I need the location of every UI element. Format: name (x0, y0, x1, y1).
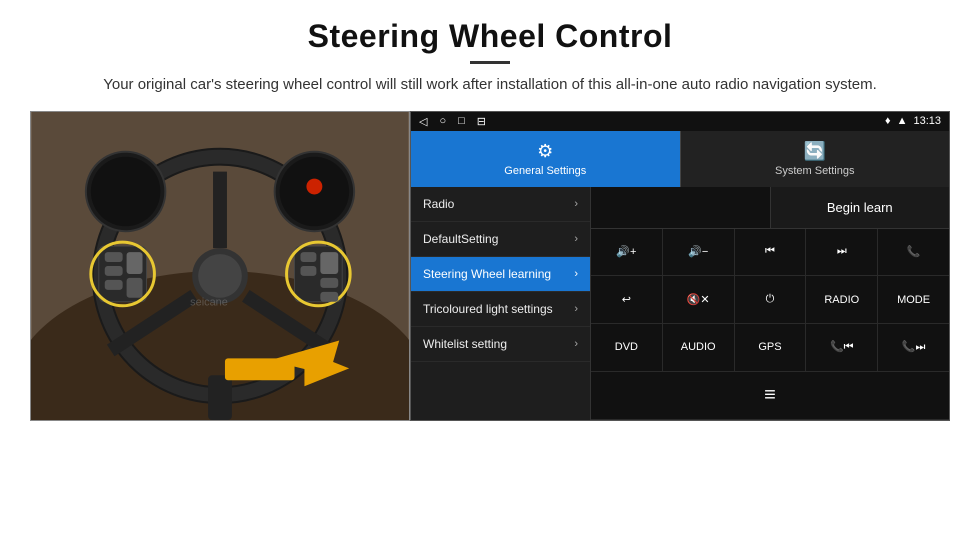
menu-item-tricoloured-label: Tricoloured light settings (423, 302, 574, 316)
status-right: ♦ ▲ 13:13 (885, 115, 941, 127)
ctrl-prev-track[interactable]: ⏮ (735, 229, 807, 276)
tab-system[interactable]: 🔄 System Settings (680, 131, 950, 187)
mute-icon: 🔇✕ (687, 293, 710, 306)
ctrl-vol-up[interactable]: 🔊+ (591, 229, 663, 276)
page-title: Steering Wheel Control (30, 18, 950, 55)
next-track-icon: ⏭ (837, 245, 847, 258)
ctrl-radio[interactable]: RADIO (806, 276, 878, 323)
tab-general[interactable]: ⚙ General Settings (411, 131, 680, 187)
tel-next-icon: 📞⏭ (902, 340, 926, 354)
ctrl-dvd[interactable]: DVD (591, 324, 663, 371)
clock: 13:13 (913, 115, 941, 127)
vol-up-icon: 🔊+ (616, 245, 636, 258)
mode-label: MODE (897, 294, 930, 306)
call-icon: 📞 (907, 245, 921, 258)
audio-label: AUDIO (681, 341, 716, 353)
ctrl-row-3: DVD AUDIO GPS 📞⏮ 📞⏭ (591, 324, 949, 372)
tab-system-label: System Settings (775, 165, 854, 177)
ctrl-audio[interactable]: AUDIO (663, 324, 735, 371)
vol-down-icon: 🔊− (688, 245, 708, 258)
ctrl-next-track[interactable]: ⏭ (806, 229, 878, 276)
tab-bar: ⚙ General Settings 🔄 System Settings (411, 131, 949, 187)
status-bar: ◁ ○ □ ⊟ ♦ ▲ 13:13 (411, 112, 949, 131)
prev-track-icon: ⏮ (765, 245, 775, 258)
menu-icon: ≡ (764, 384, 776, 407)
menu-item-radio[interactable]: Radio › (411, 187, 590, 222)
ctrl-power[interactable]: ⏻ (735, 276, 807, 323)
gps-label: GPS (758, 341, 781, 353)
signal-icon: ▲ (897, 115, 908, 127)
ctrl-row-4: ≡ (591, 372, 949, 420)
menu-item-steering-label: Steering Wheel learning (423, 267, 574, 281)
dvd-label: DVD (615, 341, 638, 353)
screenshot-icon[interactable]: ⊟ (477, 115, 486, 128)
ctrl-vol-down[interactable]: 🔊− (663, 229, 735, 276)
subtitle: Your original car's steering wheel contr… (100, 74, 880, 97)
chevron-icon: › (574, 198, 578, 210)
menu-list: Radio › DefaultSetting › Steering Wheel … (411, 187, 591, 420)
android-screen: ◁ ○ □ ⊟ ♦ ▲ 13:13 ⚙ General Settings (410, 111, 950, 421)
power-icon: ⏻ (766, 293, 775, 306)
ctrl-row-1: 🔊+ 🔊− ⏮ ⏭ 📞 (591, 229, 949, 277)
menu-item-tricoloured[interactable]: Tricoloured light settings › (411, 292, 590, 327)
radio-label: RADIO (824, 294, 859, 306)
ctrl-tel-prev[interactable]: 📞⏮ (806, 324, 878, 371)
menu-area: Radio › DefaultSetting › Steering Wheel … (411, 187, 949, 420)
ctrl-mode[interactable]: MODE (878, 276, 949, 323)
nav-icons: ◁ ○ □ ⊟ (419, 115, 486, 128)
ctrl-hook[interactable]: ↩ (591, 276, 663, 323)
ctrl-mute[interactable]: 🔇✕ (663, 276, 735, 323)
home-icon[interactable]: ○ (439, 115, 446, 127)
car-image-area: seicane (30, 111, 410, 421)
menu-item-whitelist-label: Whitelist setting (423, 337, 574, 351)
chevron-icon: › (574, 268, 578, 280)
menu-item-steering[interactable]: Steering Wheel learning › (411, 257, 590, 292)
ctrl-call[interactable]: 📞 (878, 229, 949, 276)
chevron-icon: › (574, 303, 578, 315)
tel-prev-icon: 📞⏮ (830, 340, 854, 354)
back-icon[interactable]: ◁ (419, 115, 427, 128)
location-icon: ♦ (885, 115, 891, 127)
tab-general-label: General Settings (504, 165, 586, 177)
begin-learn-row: Begin learn (591, 187, 949, 229)
hook-icon: ↩ (622, 293, 631, 306)
content-row: seicane ◁ ○ □ ⊟ ♦ ▲ 13:13 (30, 111, 950, 421)
menu-item-whitelist[interactable]: Whitelist setting › (411, 327, 590, 362)
ctrl-tel-next[interactable]: 📞⏭ (878, 324, 949, 371)
chevron-icon: › (574, 233, 578, 245)
ctrl-gps[interactable]: GPS (735, 324, 807, 371)
title-divider (470, 61, 510, 64)
right-panel: Begin learn 🔊+ 🔊− ⏮ (591, 187, 949, 420)
recents-icon[interactable]: □ (458, 115, 465, 127)
general-settings-icon: ⚙ (537, 141, 553, 162)
begin-learn-button[interactable]: Begin learn (771, 187, 950, 228)
menu-item-default[interactable]: DefaultSetting › (411, 222, 590, 257)
chevron-icon: › (574, 338, 578, 350)
empty-cell (591, 187, 771, 228)
svg-text:seicane: seicane (190, 296, 228, 308)
page-wrapper: Steering Wheel Control Your original car… (0, 0, 980, 431)
ctrl-row-2: ↩ 🔇✕ ⏻ RADIO MODE (591, 276, 949, 324)
system-settings-icon: 🔄 (804, 141, 826, 162)
ctrl-menu[interactable]: ≡ (591, 372, 949, 419)
title-section: Steering Wheel Control Your original car… (30, 18, 950, 97)
menu-item-radio-label: Radio (423, 197, 574, 211)
menu-item-default-label: DefaultSetting (423, 232, 574, 246)
